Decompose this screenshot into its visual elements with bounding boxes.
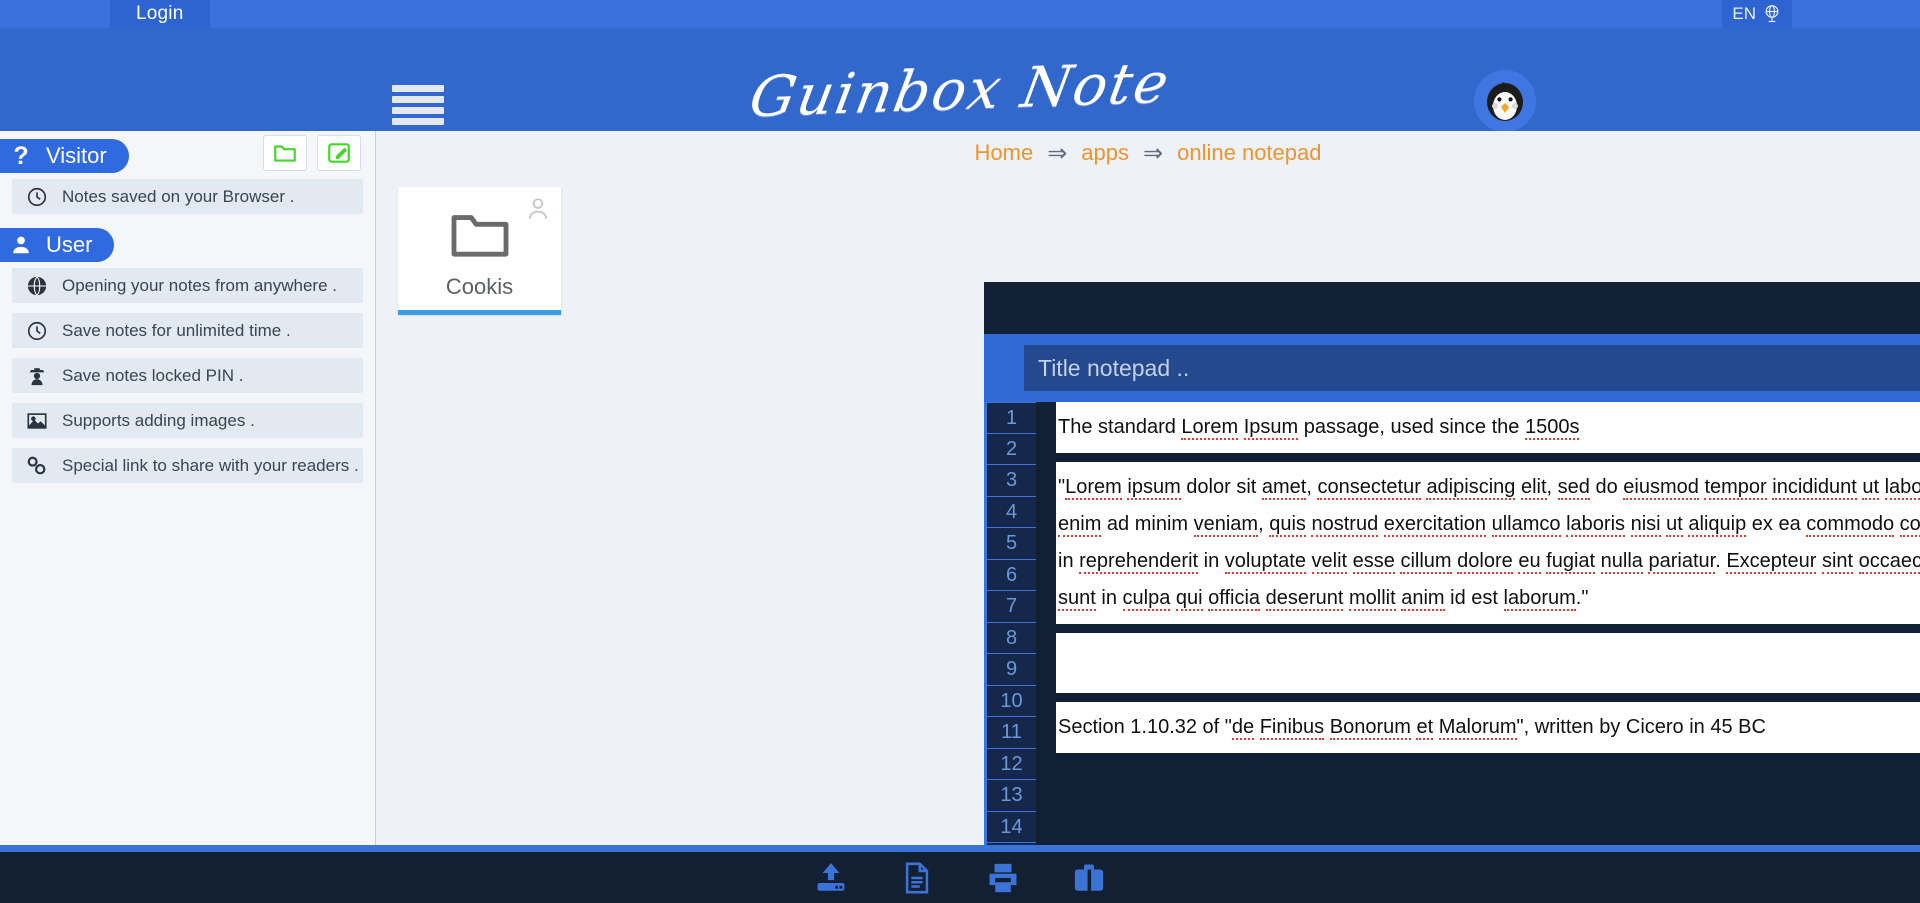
language-label: EN <box>1732 4 1756 23</box>
briefcase-button[interactable] <box>1072 861 1106 895</box>
new-folder-button[interactable] <box>263 135 307 171</box>
list-item-label: Special link to share with your readers … <box>62 455 359 475</box>
list-item[interactable]: Save notes for unlimited time . <box>12 313 363 348</box>
list-item-label: Save notes locked PIN . <box>62 365 244 385</box>
edit-pencil-icon <box>328 143 350 163</box>
line-number: 4 <box>987 497 1036 528</box>
logo-text: Guinbox Note <box>744 50 1176 131</box>
new-note-button[interactable] <box>317 135 361 171</box>
line-number-gutter: 1 2 3 4 5 6 7 8 9 10 11 12 13 14 <box>984 402 1036 845</box>
breadcrumb-separator: ⇒ <box>1143 139 1164 167</box>
folder-card-cookis[interactable]: Cookis <box>398 187 561 315</box>
globe-icon <box>22 273 52 299</box>
document-button[interactable] <box>900 861 934 895</box>
sidebar-badge-label: Visitor <box>46 143 107 168</box>
list-item[interactable]: Special link to share with your readers … <box>12 448 363 483</box>
document-icon <box>905 862 929 893</box>
line-number: 5 <box>987 528 1036 560</box>
breadcrumb-item-online-notepad[interactable]: online notepad <box>1177 140 1321 166</box>
breadcrumb-item-home[interactable]: Home <box>975 140 1034 166</box>
document-area[interactable]: The standard Lorem Ipsum passage, used s… <box>1056 402 1920 845</box>
list-item[interactable]: Opening your notes from anywhere . <box>12 268 363 303</box>
breadcrumb-separator: ⇒ <box>1047 139 1068 167</box>
hamburger-menu-icon[interactable] <box>392 82 444 128</box>
line-number: 10 <box>987 686 1036 717</box>
text-block[interactable]: "Lorem ipsum dolor sit amet, consectetur… <box>1056 462 1920 624</box>
line-number: 7 <box>987 591 1036 623</box>
main-content: Home ⇒ apps ⇒ online notepad Cookis Titl… <box>376 131 1920 845</box>
title-field-wrapper <box>984 334 1920 402</box>
globe-icon <box>1762 4 1782 24</box>
printer-icon <box>989 863 1017 892</box>
language-selector[interactable]: EN <box>1722 0 1792 28</box>
list-item[interactable]: Notes saved on your Browser . <box>12 179 363 214</box>
site-header: Guinbox Note <box>0 28 1920 132</box>
logo: Guinbox Note <box>0 51 1920 130</box>
sidebar-badge-user: User <box>0 228 115 262</box>
clock-icon <box>22 318 52 344</box>
spy-icon <box>22 363 52 389</box>
login-tab[interactable]: Login <box>110 0 210 28</box>
line-number: 8 <box>987 623 1036 654</box>
bottom-bar <box>0 845 1920 903</box>
title-input[interactable] <box>1024 345 1920 391</box>
editor-body: 1 2 3 4 5 6 7 8 9 10 11 12 13 14 The sta… <box>984 402 1920 845</box>
link-icon <box>22 453 52 479</box>
text-block[interactable]: Section 1.10.32 of "de Finibus Bonorum e… <box>1056 702 1920 753</box>
list-item[interactable]: Save notes locked PIN . <box>12 358 363 393</box>
breadcrumb-item-apps[interactable]: apps <box>1081 140 1129 166</box>
breadcrumb: Home ⇒ apps ⇒ online notepad <box>376 131 1920 175</box>
line-number: 12 <box>987 749 1036 780</box>
list-item-label: Supports adding images . <box>62 410 255 430</box>
empty-block[interactable] <box>1056 633 1920 693</box>
line-number: 13 <box>987 780 1036 812</box>
list-item[interactable]: Supports adding images . <box>12 403 363 438</box>
line-number: 3 <box>987 465 1036 497</box>
folder-icon <box>398 207 561 259</box>
clock-icon <box>22 184 52 210</box>
sidebar-group-header-visitor: ? Visitor <box>0 135 375 179</box>
list-item-label: Opening your notes from anywhere . <box>62 275 337 295</box>
notepad-editor: RtL 1 2 3 4 5 6 7 8 9 10 11 12 <box>984 282 1920 845</box>
sidebar-badge-label: User <box>46 232 93 257</box>
editor-toolbar-top: RtL <box>984 282 1920 322</box>
sidebar: ? Visitor Notes saved on your Browser . … <box>0 131 376 845</box>
image-icon <box>22 408 52 434</box>
text-block[interactable]: The standard Lorem Ipsum passage, used s… <box>1056 402 1920 453</box>
list-item-label: Notes saved on your Browser . <box>62 186 295 206</box>
line-number: 11 <box>987 717 1036 749</box>
sidebar-badge-visitor: ? Visitor <box>0 139 129 173</box>
question-mark-icon: ? <box>13 141 29 170</box>
print-button[interactable] <box>986 861 1020 895</box>
line-number: 14 <box>987 812 1036 843</box>
line-number: 9 <box>987 654 1036 686</box>
folder-icon <box>274 145 296 162</box>
upload-button[interactable] <box>814 861 848 895</box>
user-icon <box>8 232 34 258</box>
upload-icon <box>817 862 845 891</box>
sidebar-actions <box>263 135 361 171</box>
line-number: 1 <box>987 402 1036 434</box>
line-number: 6 <box>987 560 1036 591</box>
line-number: 2 <box>987 434 1036 465</box>
top-bar: Login EN <box>0 0 1920 28</box>
sidebar-group-header-user: User <box>0 224 375 268</box>
list-item-label: Save notes for unlimited time . <box>62 320 291 340</box>
penguin-avatar-icon[interactable] <box>1474 70 1536 132</box>
folder-name: Cookis <box>445 274 514 299</box>
bottom-bar-actions <box>0 852 1920 903</box>
briefcase-icon <box>1074 864 1104 891</box>
